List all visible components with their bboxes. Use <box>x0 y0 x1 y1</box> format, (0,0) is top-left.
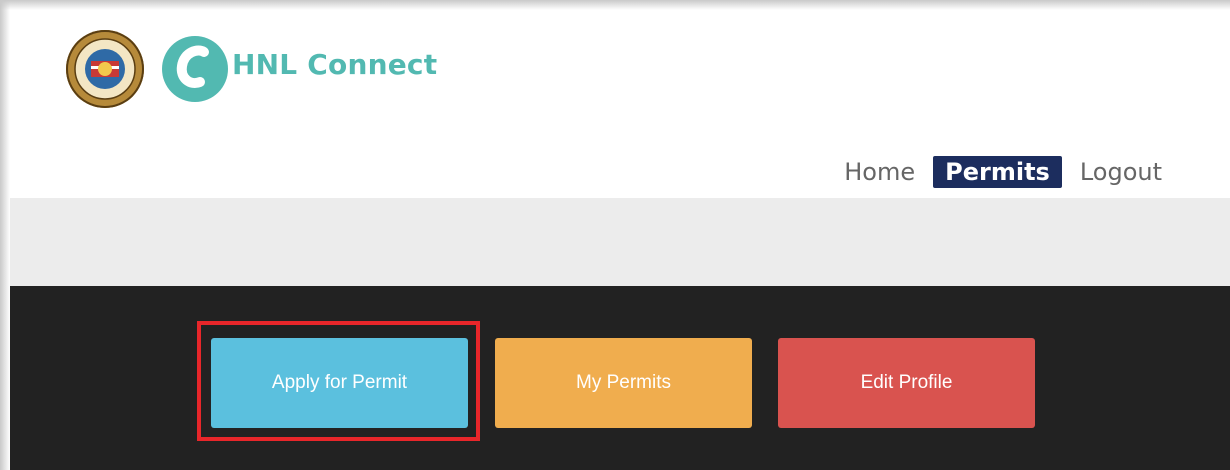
city-seal-icon <box>66 30 144 108</box>
subheader-band <box>10 198 1230 286</box>
edit-profile-button[interactable]: Edit Profile <box>778 338 1035 428</box>
nav-permits[interactable]: Permits <box>933 156 1062 188</box>
brand-name[interactable]: HNL Connect <box>232 48 437 81</box>
main-nav: Home Permits Logout <box>836 155 1170 189</box>
window-shadow-left <box>0 0 10 470</box>
hnl-connect-logo-icon[interactable] <box>160 34 230 104</box>
nav-logout[interactable]: Logout <box>1072 156 1170 188</box>
my-permits-button[interactable]: My Permits <box>495 338 752 428</box>
nav-home[interactable]: Home <box>836 156 923 188</box>
window-shadow-top <box>0 0 1230 10</box>
apply-for-permit-button[interactable]: Apply for Permit <box>211 338 468 428</box>
